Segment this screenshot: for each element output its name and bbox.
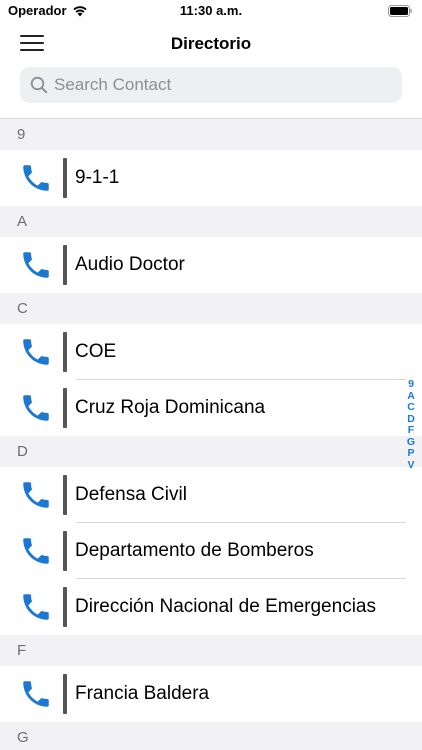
status-time: 11:30 a.m. xyxy=(179,3,243,18)
contact-row[interactable]: Dirección Nacional de Emergencias xyxy=(0,579,422,635)
phone-icon xyxy=(19,478,53,512)
index-letter[interactable]: 9 xyxy=(408,378,414,391)
phone-icon xyxy=(19,534,53,568)
divider-bar xyxy=(63,475,67,515)
nav-bar: Directorio xyxy=(0,22,422,64)
divider-bar xyxy=(63,674,67,714)
divider-bar xyxy=(63,158,67,198)
phone-icon xyxy=(19,335,53,369)
contact-row[interactable]: COE xyxy=(0,324,422,380)
contact-name: Departamento de Bomberos xyxy=(75,540,314,561)
contact-name: Francia Baldera xyxy=(75,683,210,704)
phone-icon xyxy=(19,161,53,195)
section-header: 9 xyxy=(0,119,422,150)
page-title: Directorio xyxy=(170,34,252,53)
index-letter[interactable]: P xyxy=(407,447,414,460)
section-header: F xyxy=(0,635,422,666)
section-header: G xyxy=(0,722,422,750)
search-bar[interactable] xyxy=(20,67,402,103)
search-input[interactable] xyxy=(54,75,374,95)
phone-icon xyxy=(19,590,53,624)
phone-icon xyxy=(19,391,53,425)
contact-name: Dirección Nacional de Emergencias xyxy=(75,596,376,617)
search-icon xyxy=(30,76,48,94)
section-index[interactable]: 9ACDFGPV xyxy=(405,378,417,472)
contact-name: Audio Doctor xyxy=(75,254,185,275)
divider-bar xyxy=(63,332,67,372)
contact-name: COE xyxy=(75,341,117,362)
index-letter[interactable]: F xyxy=(408,424,414,437)
contact-row[interactable]: 9-1-1 xyxy=(0,150,422,206)
divider-bar xyxy=(63,587,67,627)
divider-bar xyxy=(63,388,67,428)
section-header: C xyxy=(0,293,422,324)
status-bar: Operador 11:30 a.m. xyxy=(0,0,422,22)
phone-icon xyxy=(19,248,53,282)
contact-list[interactable]: 9 9-1-1 A Audio Doctor C COE Cruz Roja Dominic… xyxy=(0,118,422,750)
contact-name: 9-1-1 xyxy=(75,167,120,188)
index-letter[interactable]: C xyxy=(407,401,415,414)
contact-row[interactable]: Departamento de Bomberos xyxy=(0,523,422,579)
index-letter[interactable]: V xyxy=(407,459,414,472)
section-header: A xyxy=(0,206,422,237)
battery-icon xyxy=(388,5,412,17)
contact-row[interactable]: Cruz Roja Dominicana xyxy=(0,380,422,436)
contact-row[interactable]: Audio Doctor xyxy=(0,237,422,293)
contact-row[interactable]: Francia Baldera xyxy=(0,666,422,722)
contact-name: Defensa Civil xyxy=(75,484,187,505)
divider-bar xyxy=(63,531,67,571)
section-header: D xyxy=(0,436,422,467)
contact-row[interactable]: Defensa Civil xyxy=(0,467,422,523)
phone-icon xyxy=(19,677,53,711)
divider-bar xyxy=(63,245,67,285)
contact-name: Cruz Roja Dominicana xyxy=(75,397,266,418)
